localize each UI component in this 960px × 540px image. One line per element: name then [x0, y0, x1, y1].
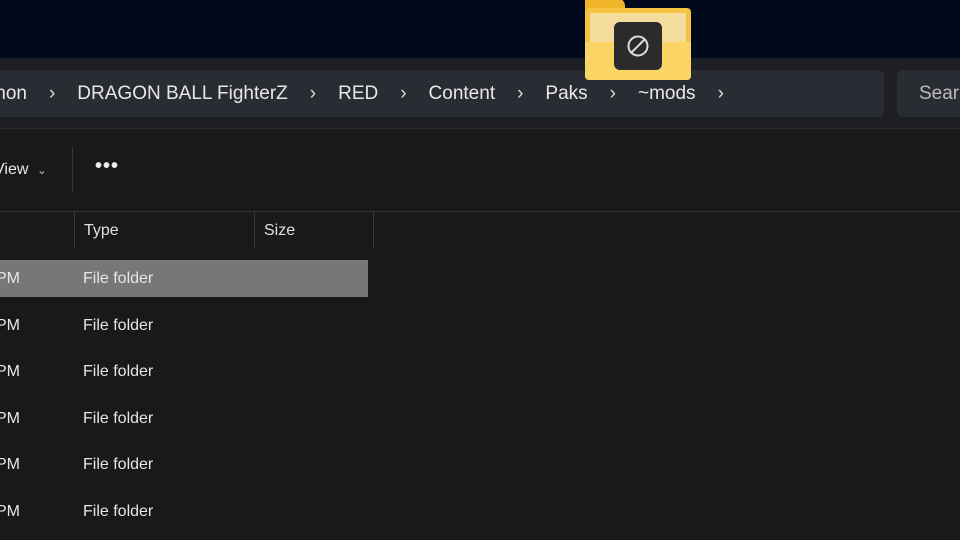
address-bar-area: mon › DRAGON BALL FighterZ › RED › Conte…	[0, 58, 960, 129]
date-modified: PM	[0, 503, 20, 520]
more-options-button[interactable]: •••	[95, 155, 119, 178]
view-button[interactable]: View ⌄	[0, 161, 47, 179]
breadcrumb-item[interactable]: Paks	[545, 83, 587, 105]
file-type: File folder	[83, 503, 154, 520]
file-row[interactable]: PM File folder	[0, 353, 368, 390]
file-type: File folder	[83, 410, 154, 427]
file-row[interactable]: PM File folder	[0, 400, 368, 437]
drag-folder-icon	[585, 0, 691, 80]
file-row[interactable]: PM File folder	[0, 493, 368, 530]
file-type: File folder	[83, 270, 154, 287]
date-modified: PM	[0, 270, 20, 287]
no-entry-icon	[614, 22, 662, 70]
date-modified: PM	[0, 456, 20, 473]
chevron-right-icon[interactable]: ›	[49, 83, 55, 105]
file-row[interactable]: PM File folder	[0, 446, 368, 483]
column-header-type[interactable]: Type	[74, 212, 254, 248]
toolbar-divider	[72, 147, 73, 193]
breadcrumb-item[interactable]: DRAGON BALL FighterZ	[77, 83, 287, 105]
breadcrumb-item[interactable]: mon	[0, 83, 27, 105]
breadcrumb-item[interactable]: RED	[338, 83, 378, 105]
chevron-right-icon[interactable]: ›	[310, 83, 316, 105]
date-modified: PM	[0, 363, 20, 380]
chevron-right-icon[interactable]: ›	[610, 83, 616, 105]
view-label: View	[0, 161, 29, 178]
chevron-right-icon[interactable]: ›	[400, 83, 406, 105]
search-input[interactable]: Search	[897, 70, 960, 117]
chevron-down-icon: ⌄	[36, 163, 47, 177]
file-type: File folder	[83, 363, 154, 380]
file-row[interactable]: PM File folder	[0, 307, 368, 344]
file-type: File folder	[83, 317, 154, 334]
column-headers: Type Size	[0, 212, 960, 248]
chevron-right-icon[interactable]: ›	[718, 83, 724, 105]
breadcrumb-item[interactable]: ~mods	[638, 83, 696, 105]
command-bar: View ⌄ •••	[0, 129, 960, 212]
column-header-size[interactable]: Size	[254, 212, 374, 248]
breadcrumb-item[interactable]: Content	[429, 83, 496, 105]
date-modified: PM	[0, 317, 20, 334]
breadcrumb[interactable]: mon › DRAGON BALL FighterZ › RED › Conte…	[0, 70, 884, 117]
chevron-right-icon[interactable]: ›	[517, 83, 523, 105]
date-modified: PM	[0, 410, 20, 427]
window-backdrop	[0, 0, 960, 58]
file-row[interactable]: PM File folder	[0, 260, 368, 297]
file-type: File folder	[83, 456, 154, 473]
